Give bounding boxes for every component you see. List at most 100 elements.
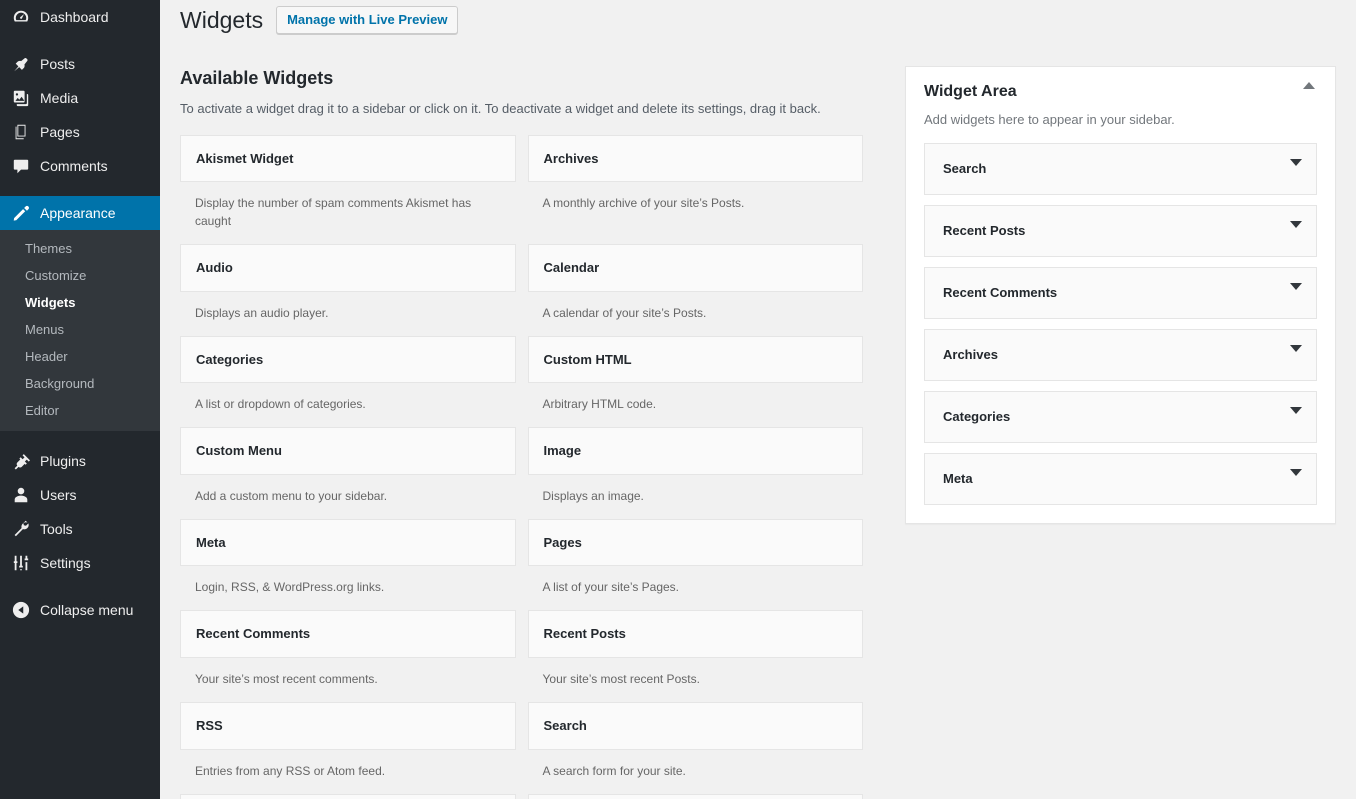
widget-card[interactable]: Recent Posts <box>527 610 863 659</box>
available-widget: Calendar A calendar of your site’s Posts. <box>527 244 863 336</box>
available-widget: RSS Entries from any RSS or Atom feed. <box>180 702 516 794</box>
available-widget: TextArbitrary text. <box>527 793 863 799</box>
widget-title: Calendar <box>543 260 600 276</box>
triangle-down-icon[interactable] <box>1290 221 1302 246</box>
available-widget: Meta Login, RSS, & WordPress.org links. <box>180 518 516 611</box>
available-widget: Archives A monthly archive of your site’s… <box>527 134 863 245</box>
main-content: Widgets Manage with Live Preview Availab… <box>160 0 1356 799</box>
sidebar-item-users[interactable]: Users <box>0 478 160 512</box>
widget-card[interactable]: RSS <box>180 702 516 750</box>
user-icon <box>11 485 31 505</box>
widget-description: Add a custom menu to your sidebar. <box>195 488 388 503</box>
triangle-down-icon[interactable] <box>1290 159 1302 184</box>
sidebar-item-label: Media <box>40 90 79 106</box>
collapse-arrow-icon <box>11 600 31 620</box>
widget-card[interactable]: Search <box>527 702 863 750</box>
sidebar-widget-item[interactable]: Recent Comments <box>924 267 1317 319</box>
sidebar-widget-title: Recent Comments <box>943 285 1058 300</box>
page-header: Widgets Manage with Live Preview <box>180 0 1336 36</box>
widget-title: Audio <box>196 260 233 276</box>
sidebar-item-plugins[interactable]: Plugins <box>0 444 160 478</box>
sidebar-item-label: Collapse menu <box>40 602 134 618</box>
widget-card[interactable]: Categories <box>180 335 516 384</box>
sidebar-item-label: Dashboard <box>40 9 109 25</box>
widget-description: Displays an audio player. <box>195 305 329 320</box>
submenu-item-menus[interactable]: Menus <box>0 316 160 343</box>
widget-title: RSS <box>196 718 223 734</box>
triangle-down-icon[interactable] <box>1290 283 1302 308</box>
widget-card[interactable]: Calendar <box>527 244 863 292</box>
submenu-item-widgets[interactable]: Widgets <box>0 289 160 316</box>
widget-description: Display the number of spam comments Akis… <box>195 196 472 229</box>
widget-description: Your site’s most recent comments. <box>195 672 378 687</box>
widget-card[interactable]: Meta <box>180 518 516 567</box>
sidebar-item-pages[interactable]: Pages <box>0 115 160 149</box>
page-title: Widgets <box>180 6 264 33</box>
wrench-icon <box>11 519 31 539</box>
sidebar-item-tools[interactable]: Tools <box>0 512 160 546</box>
sidebar-item-comments[interactable]: Comments <box>0 149 160 183</box>
available-widget: Recent Comments Your site’s most recent c… <box>180 610 516 702</box>
sidebar-item-media[interactable]: Media <box>0 81 160 115</box>
widget-title: Recent Posts <box>543 626 626 642</box>
submenu-item-background[interactable]: Background <box>0 370 160 397</box>
sidebar-item-settings[interactable]: Settings <box>0 546 160 580</box>
widget-areas-column: Widget Area Add widgets here to appear i… <box>863 36 1336 799</box>
widget-card[interactable]: Image <box>527 427 863 475</box>
widget-title: Recent Comments <box>196 626 311 642</box>
widget-description: A calendar of your site’s Posts. <box>542 305 707 320</box>
submenu-item-header[interactable]: Header <box>0 343 160 370</box>
sidebar-item-label: Pages <box>40 124 80 140</box>
widget-title: Image <box>543 443 582 459</box>
wp-admin-screen: Dashboard Posts Media Pages Comments Appearan… <box>0 0 1356 799</box>
widget-title: Pages <box>543 534 582 550</box>
manage-with-live-preview-button[interactable]: Manage with Live Preview <box>276 6 459 34</box>
widget-card[interactable]: Custom HTML <box>527 335 863 384</box>
available-widget: Categories A list or dropdown of categori… <box>180 335 516 428</box>
widget-title: Custom Menu <box>196 443 282 459</box>
sidebar-widget-item[interactable]: Categories <box>924 391 1317 443</box>
available-widgets-column: Available Widgets To activate a widget d… <box>180 36 863 799</box>
sidebar-widget-title: Meta <box>943 471 973 486</box>
widget-title: Search <box>543 718 587 734</box>
widget-card[interactable]: Recent Comments <box>180 610 516 659</box>
available-widget: Image Displays an image. <box>527 427 863 519</box>
widget-card[interactable]: Custom Menu <box>180 427 516 475</box>
widget-area-list: Search Recent Posts Recent Comments Archive… <box>906 143 1335 523</box>
sidebar-widget-item[interactable]: Archives <box>924 329 1317 381</box>
submenu-item-themes[interactable]: Themes <box>0 235 160 262</box>
sidebar-widget-item[interactable]: Search <box>924 143 1317 195</box>
widget-card[interactable]: Tag Cloud <box>180 793 516 799</box>
sidebar-item-label: Appearance <box>40 205 116 221</box>
widget-card[interactable]: Audio <box>180 244 516 292</box>
sidebar-widget-title: Recent Posts <box>943 223 1026 238</box>
widget-card[interactable]: Pages <box>527 518 863 567</box>
triangle-down-icon[interactable] <box>1290 469 1302 494</box>
widget-card[interactable]: Archives <box>527 134 863 183</box>
widget-card[interactable]: Text <box>527 793 863 799</box>
submenu-item-editor[interactable]: Editor <box>0 397 160 424</box>
widget-description: Arbitrary HTML code. <box>542 397 657 412</box>
submenu-item-customize[interactable]: Customize <box>0 262 160 289</box>
comment-icon <box>11 156 31 176</box>
sidebar-item-appearance[interactable]: Appearance <box>0 196 160 230</box>
admin-sidebar: Dashboard Posts Media Pages Comments Appearan… <box>0 0 160 799</box>
available-widget: Pages A list of your site’s Pages. <box>527 518 863 611</box>
triangle-down-icon[interactable] <box>1290 407 1302 432</box>
sidebar-widget-item[interactable]: Recent Posts <box>924 205 1317 257</box>
sidebar-widget-item[interactable]: Meta <box>924 453 1317 505</box>
appearance-submenu: Themes Customize Widgets Menus Header Backgro… <box>0 230 160 431</box>
available-widget: Search A search form for your site. <box>527 702 863 794</box>
triangle-down-icon[interactable] <box>1290 345 1302 370</box>
widget-description: Your site’s most recent Posts. <box>542 672 700 687</box>
available-widget: Custom HTML Arbitrary HTML code. <box>527 335 863 428</box>
sliders-icon <box>11 553 31 573</box>
sidebar-item-posts[interactable]: Posts <box>0 47 160 81</box>
sidebar-item-dashboard[interactable]: Dashboard <box>0 0 160 34</box>
sidebar-widget-title: Categories <box>943 409 1011 424</box>
widget-card[interactable]: Akismet Widget <box>180 134 516 183</box>
triangle-up-icon[interactable] <box>1299 82 1319 102</box>
widget-description: A monthly archive of your site’s Posts. <box>542 196 745 211</box>
sidebar-item-collapse-menu[interactable]: Collapse menu <box>0 593 160 627</box>
widget-area-title: Widget Area <box>924 83 1017 100</box>
